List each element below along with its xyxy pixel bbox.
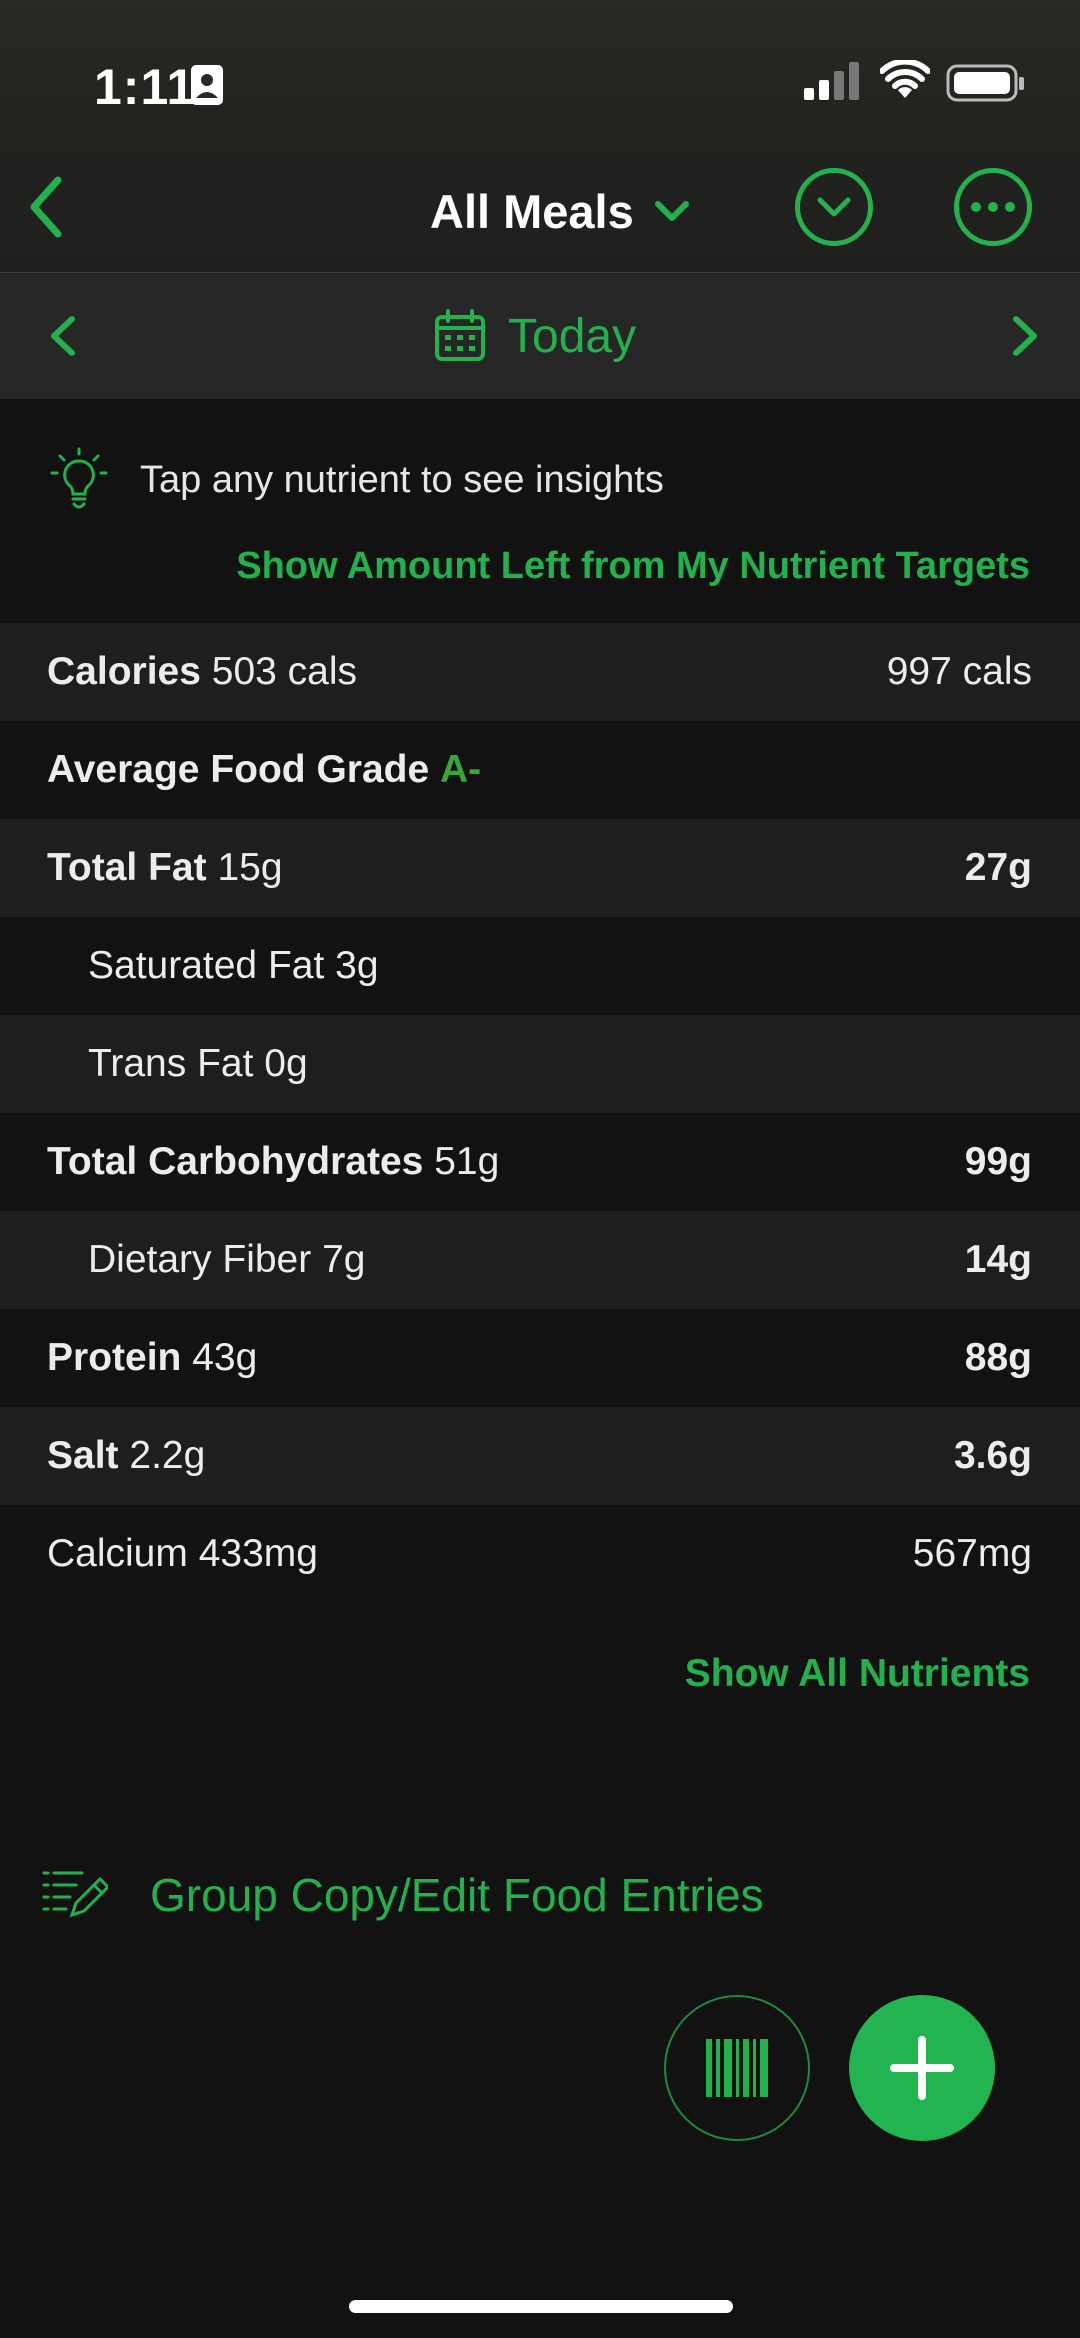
nutrient-amount: 0g bbox=[264, 1042, 308, 1085]
more-icon bbox=[971, 202, 1015, 212]
next-day-button[interactable] bbox=[1004, 313, 1044, 359]
nutrient-amount: 43g bbox=[192, 1336, 258, 1379]
collapse-icon bbox=[817, 197, 851, 217]
previous-day-button[interactable] bbox=[44, 313, 84, 359]
signal-icon bbox=[804, 62, 862, 107]
barcode-icon bbox=[706, 2039, 768, 2097]
nutrient-row-protein[interactable]: Protein 43g 88g bbox=[0, 1309, 1080, 1407]
nutrient-amount: 7g bbox=[322, 1238, 366, 1281]
date-label: Today bbox=[508, 309, 637, 363]
nutrient-remaining: 997 cals bbox=[886, 650, 1032, 693]
nutrient-remaining: 14g bbox=[964, 1238, 1032, 1281]
nutrient-row-salt[interactable]: Salt 2.2g 3.6g bbox=[0, 1407, 1080, 1505]
nutrient-row-total-fat[interactable]: Total Fat 15g 27g bbox=[0, 819, 1080, 917]
nutrient-remaining: 567mg bbox=[912, 1532, 1032, 1575]
nutrient-remaining: 27g bbox=[964, 846, 1032, 889]
back-button[interactable] bbox=[18, 170, 78, 244]
insight-hint: Tap any nutrient to see insights bbox=[140, 459, 664, 501]
nutrient-name: Dietary Fiber bbox=[88, 1238, 312, 1281]
insight-panel: Tap any nutrient to see insights Show Am… bbox=[0, 399, 1080, 623]
page-title: All Meals bbox=[430, 184, 634, 238]
nutrient-row-total-carbohydrates[interactable]: Total Carbohydrates 51g 99g bbox=[0, 1113, 1080, 1211]
nutrient-name: Saturated Fat bbox=[88, 944, 325, 987]
battery-icon bbox=[946, 64, 1026, 109]
date-bar: Today bbox=[0, 273, 1080, 399]
nutrient-amount: 433mg bbox=[198, 1532, 318, 1575]
add-food-button[interactable] bbox=[849, 1995, 995, 2141]
calendar-icon bbox=[435, 309, 485, 361]
nutrient-name: Average Food Grade bbox=[47, 748, 430, 791]
nutrient-name: Total Carbohydrates bbox=[47, 1140, 424, 1183]
group-copy-edit-button[interactable]: Group Copy/Edit Food Entries bbox=[42, 1860, 764, 1930]
wifi-icon bbox=[879, 58, 931, 105]
top-bar: 1:11 All Meals bbox=[0, 0, 1080, 273]
edit-list-icon bbox=[42, 1871, 108, 1918]
nutrient-remaining: 3.6g bbox=[953, 1434, 1032, 1477]
nutrient-remaining: 99g bbox=[964, 1140, 1032, 1183]
chevron-down-icon bbox=[654, 201, 689, 221]
show-all-nutrients-link[interactable]: Show All Nutrients bbox=[685, 1652, 1030, 1696]
nutrient-name: Total Fat bbox=[47, 846, 207, 889]
home-indicator bbox=[349, 2300, 733, 2313]
nutrient-name: Calcium bbox=[47, 1532, 188, 1575]
nutrient-name: Salt bbox=[47, 1434, 119, 1477]
show-amount-left-link[interactable]: Show Amount Left from My Nutrient Target… bbox=[236, 545, 1030, 588]
food-grade-value: A- bbox=[440, 748, 482, 791]
nutrient-row-dietary-fiber[interactable]: Dietary Fiber 7g 14g bbox=[0, 1211, 1080, 1309]
more-button[interactable] bbox=[954, 168, 1032, 246]
group-copy-edit-label: Group Copy/Edit Food Entries bbox=[150, 1869, 764, 1921]
nutrient-row-calories[interactable]: Calories 503 cals 997 cals bbox=[0, 623, 1080, 721]
id-card-icon bbox=[190, 64, 224, 111]
nutrient-row-trans-fat[interactable]: Trans Fat 0g bbox=[0, 1015, 1080, 1113]
nutrient-amount: 3g bbox=[335, 944, 379, 987]
plus-icon bbox=[890, 2036, 954, 2100]
nutrient-amount: 2.2g bbox=[129, 1434, 206, 1477]
chevron-right-icon bbox=[1013, 316, 1037, 356]
nutrient-name: Protein bbox=[47, 1336, 182, 1379]
nutrient-amount: 503 cals bbox=[211, 650, 358, 693]
nutrient-remaining: 88g bbox=[964, 1336, 1032, 1379]
barcode-scan-button[interactable] bbox=[664, 1995, 810, 2141]
meal-selector[interactable]: All Meals bbox=[430, 176, 690, 246]
back-chevron-icon bbox=[30, 176, 62, 238]
collapse-button[interactable] bbox=[795, 168, 873, 246]
chevron-left-icon bbox=[51, 316, 75, 356]
date-selector[interactable]: Today bbox=[434, 303, 636, 369]
nutrient-row-food-grade[interactable]: Average Food Grade A- bbox=[0, 721, 1080, 819]
status-time: 1:11 bbox=[94, 59, 196, 115]
nutrient-row-calcium[interactable]: Calcium 433mg 567mg bbox=[0, 1505, 1080, 1603]
lightbulb-icon bbox=[50, 447, 108, 509]
nutrient-amount: 15g bbox=[217, 846, 283, 889]
nutrient-row-saturated-fat[interactable]: Saturated Fat 3g bbox=[0, 917, 1080, 1015]
nutrient-amount: 51g bbox=[434, 1140, 500, 1183]
nutrient-name: Trans Fat bbox=[88, 1042, 254, 1085]
nutrient-name: Calories bbox=[47, 650, 201, 693]
